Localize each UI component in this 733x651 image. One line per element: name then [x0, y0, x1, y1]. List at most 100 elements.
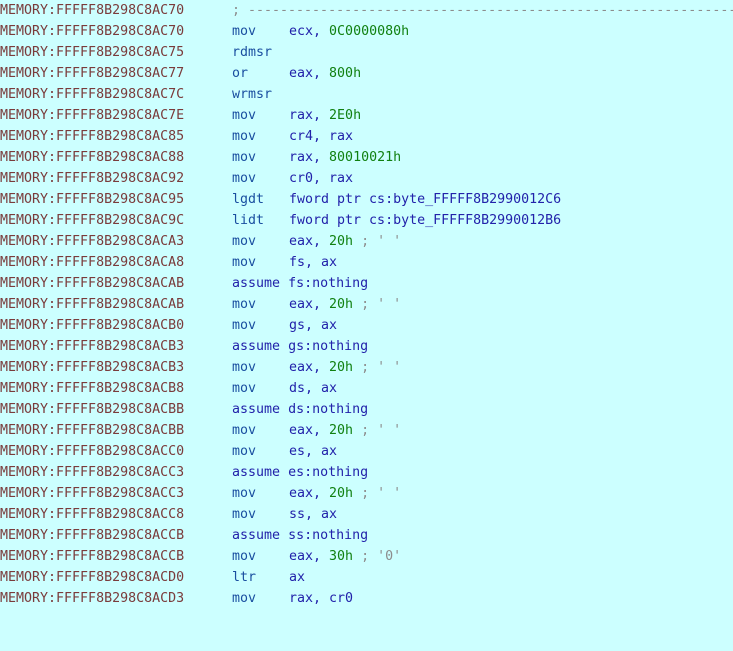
instruction-operand-2[interactable]: rax — [329, 171, 353, 186]
instruction-operand-1[interactable]: ax — [289, 570, 305, 585]
instruction-operand-2[interactable]: 20h — [329, 360, 353, 375]
instruction-mnemonic[interactable]: mov — [232, 126, 289, 147]
instruction-mnemonic[interactable]: lgdt — [232, 189, 289, 210]
instruction-operand-2[interactable]: 2E0h — [329, 108, 361, 123]
instruction-operand-1[interactable]: rax, — [289, 150, 321, 165]
disasm-line[interactable]: MEMORY:FFFFF8B298C8ACC3 assume es:nothing — [0, 462, 733, 483]
disasm-line[interactable]: MEMORY:FFFFF8B298C8ACB3 mov eax, 20h ; ' ' — [0, 357, 733, 378]
instruction-mnemonic[interactable]: or — [232, 63, 289, 84]
instruction-mnemonic[interactable]: mov — [232, 168, 289, 189]
instruction-operand-2[interactable]: 20h — [329, 486, 353, 501]
disasm-line[interactable]: MEMORY:FFFFF8B298C8ACCB mov eax, 30h ; '0' — [0, 546, 733, 567]
instruction-operand-1[interactable]: cr4, — [289, 129, 321, 144]
disasm-line[interactable]: MEMORY:FFFFF8B298C8ACB8 mov ds, ax — [0, 378, 733, 399]
instruction-operand-2[interactable]: ax — [321, 444, 337, 459]
instruction-operand-2[interactable]: 20h — [329, 423, 353, 438]
instruction-operand-1[interactable]: fword ptr cs:byte_FFFFF8B2990012B6 — [289, 213, 561, 228]
disasm-line[interactable]: MEMORY:FFFFF8B298C8AC7E mov rax, 2E0h — [0, 105, 733, 126]
instruction-operand-2[interactable]: rax — [329, 129, 353, 144]
disasm-line[interactable]: MEMORY:FFFFF8B298C8ACA8 mov fs, ax — [0, 252, 733, 273]
disasm-line[interactable]: MEMORY:FFFFF8B298C8ACBB assume ds:nothing — [0, 399, 733, 420]
instruction-mnemonic[interactable]: mov — [232, 252, 289, 273]
instruction-operand-1[interactable]: ss, — [289, 507, 313, 522]
instruction-operand-1[interactable]: es, — [289, 444, 313, 459]
instruction-mnemonic[interactable]: lidt — [232, 210, 289, 231]
instruction-operand-1[interactable]: eax, — [289, 360, 321, 375]
disasm-line[interactable]: MEMORY:FFFFF8B298C8ACB0 mov gs, ax — [0, 315, 733, 336]
instruction-mnemonic[interactable]: mov — [232, 420, 289, 441]
disasm-line[interactable]: MEMORY:FFFFF8B298C8ACC0 mov es, ax — [0, 441, 733, 462]
disasm-line[interactable]: MEMORY:FFFFF8B298C8AC9C lidt fword ptr cs:… — [0, 210, 733, 231]
disasm-line[interactable]: MEMORY:FFFFF8B298C8AC77 or eax, 800h — [0, 63, 733, 84]
instruction-operand-2[interactable]: 20h — [329, 297, 353, 312]
instruction-operand-1[interactable]: eax, — [289, 234, 321, 249]
instruction-operand-1[interactable]: eax, — [289, 549, 321, 564]
line-comment[interactable]: ; ' ' — [361, 423, 401, 438]
disasm-line[interactable]: MEMORY:FFFFF8B298C8ACAB mov eax, 20h ; ' ' — [0, 294, 733, 315]
instruction-operand-2[interactable]: ax — [321, 507, 337, 522]
instruction-operand-1[interactable]: fs, — [289, 255, 313, 270]
instruction-operand-2[interactable]: 30h — [329, 549, 353, 564]
instruction-mnemonic[interactable]: mov — [232, 441, 289, 462]
disasm-line[interactable]: MEMORY:FFFFF8B298C8AC70 ; ---------------… — [0, 0, 733, 21]
disasm-line[interactable]: MEMORY:FFFFF8B298C8AC75 rdmsr — [0, 42, 733, 63]
line-comment[interactable]: ; '0' — [361, 549, 401, 564]
assume-operand[interactable]: es:nothing — [288, 465, 368, 480]
disasm-line[interactable]: MEMORY:FFFFF8B298C8ACAB assume fs:nothing — [0, 273, 733, 294]
instruction-mnemonic[interactable]: mov — [232, 147, 289, 168]
disasm-line[interactable]: MEMORY:FFFFF8B298C8ACCB assume ss:nothing — [0, 525, 733, 546]
instruction-mnemonic[interactable]: mov — [232, 231, 289, 252]
instruction-mnemonic[interactable]: mov — [232, 21, 289, 42]
instruction-operand-1[interactable]: eax, — [289, 486, 321, 501]
instruction-operand-1[interactable]: gs, — [289, 318, 313, 333]
instruction-mnemonic[interactable]: ltr — [232, 567, 289, 588]
disassembly-view[interactable]: MEMORY:FFFFF8B298C8AC70 ; ---------------… — [0, 0, 733, 651]
instruction-mnemonic[interactable]: mov — [232, 378, 289, 399]
instruction-mnemonic[interactable]: mov — [232, 504, 289, 525]
disasm-line[interactable]: MEMORY:FFFFF8B298C8ACC3 mov eax, 20h ; ' ' — [0, 483, 733, 504]
instruction-operand-2[interactable]: ax — [321, 318, 337, 333]
instruction-operand-1[interactable]: ecx, — [289, 24, 321, 39]
disasm-line[interactable]: MEMORY:FFFFF8B298C8ACB3 assume gs:nothing — [0, 336, 733, 357]
instruction-operand-2[interactable]: cr0 — [329, 591, 353, 606]
instruction-mnemonic[interactable]: mov — [232, 546, 289, 567]
instruction-mnemonic[interactable]: wrmsr — [232, 84, 289, 105]
disasm-line[interactable]: MEMORY:FFFFF8B298C8AC88 mov rax, 80010021h — [0, 147, 733, 168]
instruction-mnemonic[interactable]: mov — [232, 315, 289, 336]
instruction-operand-1[interactable]: rax, — [289, 591, 321, 606]
disasm-line[interactable]: MEMORY:FFFFF8B298C8AC85 mov cr4, rax — [0, 126, 733, 147]
instruction-mnemonic[interactable]: mov — [232, 588, 289, 609]
instruction-mnemonic[interactable]: mov — [232, 483, 289, 504]
disasm-line[interactable]: MEMORY:FFFFF8B298C8AC95 lgdt fword ptr cs:… — [0, 189, 733, 210]
disasm-line[interactable]: MEMORY:FFFFF8B298C8ACBB mov eax, 20h ; ' ' — [0, 420, 733, 441]
instruction-mnemonic[interactable]: mov — [232, 357, 289, 378]
disasm-line[interactable]: MEMORY:FFFFF8B298C8ACD3 mov rax, cr0 — [0, 588, 733, 609]
instruction-operand-2[interactable]: 0C0000080h — [329, 24, 409, 39]
instruction-operand-1[interactable]: eax, — [289, 297, 321, 312]
instruction-mnemonic[interactable]: rdmsr — [232, 42, 289, 63]
instruction-operand-2[interactable]: 20h — [329, 234, 353, 249]
assume-operand[interactable]: ss:nothing — [288, 528, 368, 543]
line-comment[interactable]: ; ' ' — [361, 297, 401, 312]
assume-operand[interactable]: fs:nothing — [288, 276, 368, 291]
instruction-mnemonic[interactable]: mov — [232, 294, 289, 315]
instruction-operand-2[interactable]: 800h — [329, 66, 361, 81]
instruction-operand-2[interactable]: ax — [321, 255, 337, 270]
disasm-line[interactable]: MEMORY:FFFFF8B298C8AC7C wrmsr — [0, 84, 733, 105]
line-comment[interactable]: ; ' ' — [361, 486, 401, 501]
disasm-line[interactable]: MEMORY:FFFFF8B298C8ACC8 mov ss, ax — [0, 504, 733, 525]
disasm-line[interactable]: MEMORY:FFFFF8B298C8AC92 mov cr0, rax — [0, 168, 733, 189]
instruction-operand-1[interactable]: cr0, — [289, 171, 321, 186]
line-comment[interactable]: ; ' ' — [361, 360, 401, 375]
instruction-operand-2[interactable]: ax — [321, 381, 337, 396]
assume-operand[interactable]: gs:nothing — [288, 339, 368, 354]
instruction-operand-1[interactable]: eax, — [289, 423, 321, 438]
instruction-operand-1[interactable]: fword ptr cs:byte_FFFFF8B2990012C6 — [289, 192, 561, 207]
instruction-operand-1[interactable]: ds, — [289, 381, 313, 396]
assume-operand[interactable]: ds:nothing — [288, 402, 368, 417]
instruction-operand-1[interactable]: eax, — [289, 66, 321, 81]
disasm-line[interactable]: MEMORY:FFFFF8B298C8ACD0 ltr ax — [0, 567, 733, 588]
disasm-line[interactable]: MEMORY:FFFFF8B298C8AC70 mov ecx, 0C0000080… — [0, 21, 733, 42]
disasm-line[interactable]: MEMORY:FFFFF8B298C8ACA3 mov eax, 20h ; ' ' — [0, 231, 733, 252]
instruction-operand-1[interactable]: rax, — [289, 108, 321, 123]
